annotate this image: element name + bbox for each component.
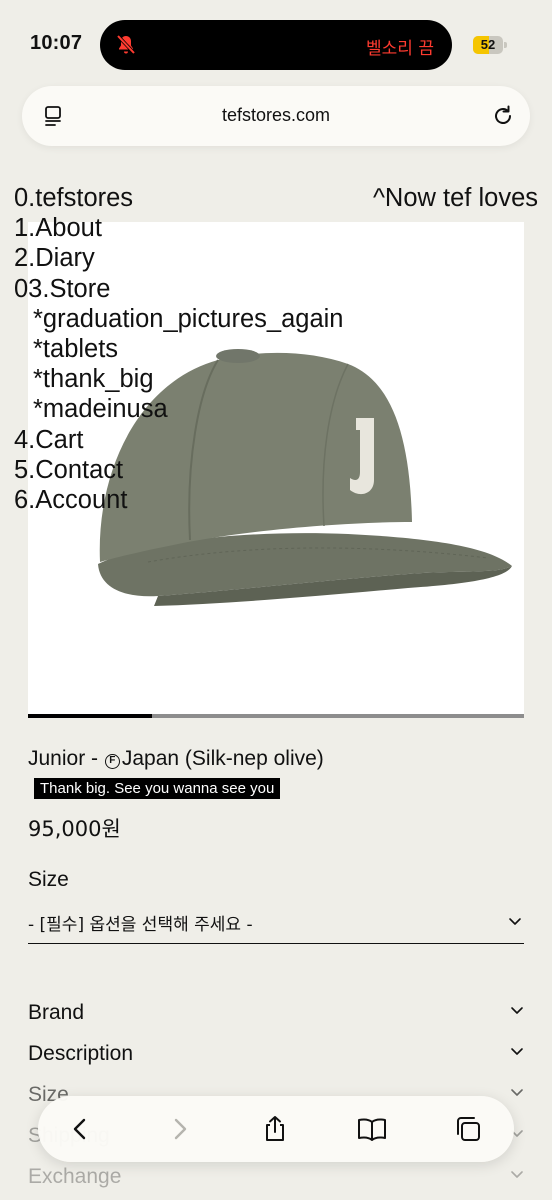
nav-item[interactable]: *tablets (14, 334, 343, 364)
nav-item[interactable]: 0.tefstores (14, 183, 343, 213)
nav-item[interactable]: *graduation_pictures_again (14, 304, 343, 334)
promo-badge: Thank big. See you wanna see you (34, 778, 281, 799)
chevron-down-icon (511, 1171, 523, 1178)
status-time: 10:07 (30, 32, 83, 54)
nav-item[interactable]: 03.Store (14, 274, 343, 304)
address-bar[interactable]: tefstores.com (22, 86, 530, 146)
chevron-down-icon (509, 918, 521, 925)
nav-item[interactable]: 2.Diary (14, 243, 343, 273)
product-title-prefix: Junior - (28, 747, 104, 770)
nav-item[interactable]: 6.Account (14, 485, 343, 515)
size-label: Size (28, 868, 69, 891)
accordion-label: Brand (28, 1001, 85, 1024)
circled-f-badge: F (104, 754, 120, 769)
back-icon[interactable] (64, 1113, 96, 1145)
reload-icon[interactable] (490, 103, 516, 129)
accordion-label: Description (28, 1042, 134, 1065)
product-price: 95,000원 (28, 817, 121, 841)
chevron-down-icon (511, 1048, 523, 1055)
product-title: Junior - F Japan (Silk-nep olive) (28, 747, 324, 771)
accordion-item[interactable]: Exchange (28, 1165, 524, 1199)
dynamic-island: 벨소리 끔 (100, 20, 452, 70)
site-nav-menu: 0.tefstores 1.About 2.Diary 03.Store *gradua… (14, 183, 343, 515)
battery-indicator: 52 (473, 36, 507, 54)
share-icon[interactable] (259, 1113, 291, 1145)
nav-item[interactable]: *thank_big (14, 364, 343, 394)
size-select-value: - [필수] 옵션을 선택해 주세요 - (28, 915, 253, 935)
product-title-rest: Japan (Silk-nep olive) (121, 747, 324, 770)
forward-icon[interactable] (164, 1113, 196, 1145)
nav-item[interactable]: 1.About (14, 213, 343, 243)
accordion-item[interactable]: Brand (28, 1001, 524, 1035)
chevron-down-icon (511, 1007, 523, 1014)
browser-toolbar (38, 1096, 514, 1162)
url-text[interactable]: tefstores.com (22, 105, 530, 126)
bell-off-icon (116, 34, 136, 55)
tabs-icon[interactable] (452, 1113, 484, 1145)
gallery-progress-thumb[interactable] (28, 714, 152, 718)
accordion-item[interactable]: Description (28, 1042, 524, 1076)
nav-item[interactable]: 5.Contact (14, 455, 343, 485)
accordion-label: Exchange (28, 1165, 122, 1188)
gallery-progress-track[interactable] (28, 714, 524, 718)
nav-item[interactable]: *madeinusa (14, 394, 343, 424)
now-tef-loves-link[interactable]: ^Now tef loves (373, 183, 538, 213)
silent-mode-label: 벨소리 끔 (366, 39, 434, 59)
bookmarks-icon[interactable] (356, 1113, 388, 1145)
size-select[interactable]: - [필수] 옵션을 선택해 주세요 - (28, 902, 524, 944)
battery-percent: 52 (480, 37, 496, 52)
chevron-down-icon (511, 1089, 523, 1096)
nav-item[interactable]: 4.Cart (14, 425, 343, 455)
